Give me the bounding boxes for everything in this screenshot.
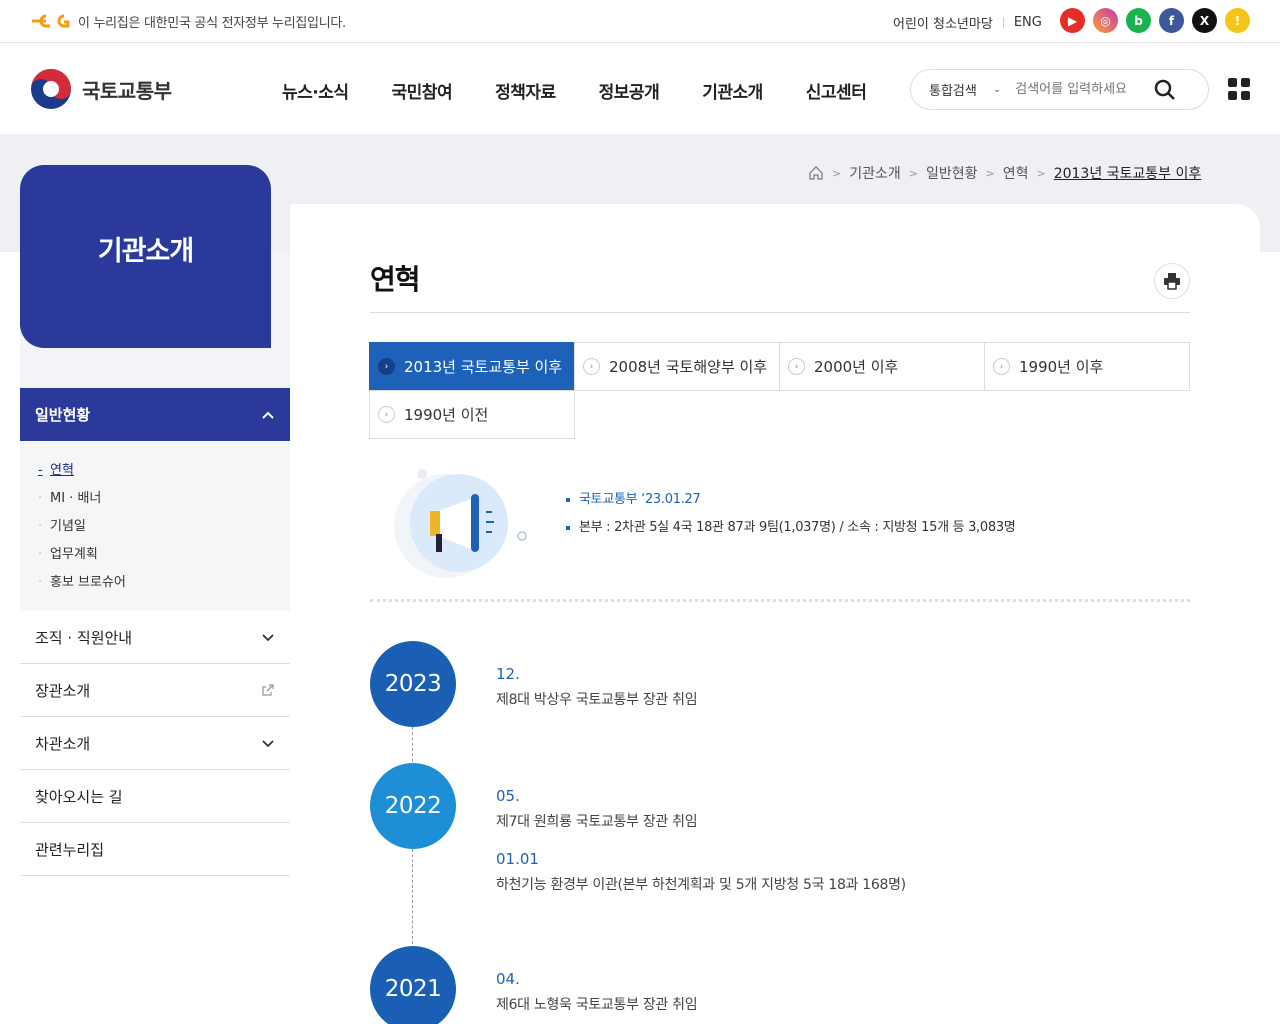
all-menu-icon[interactable] <box>1228 78 1250 100</box>
sidebar-subitem-anniversary[interactable]: · 기념일 <box>38 513 290 541</box>
gnb-participation[interactable]: 국민참여 <box>392 78 453 103</box>
tab-2013[interactable]: › 2013년 국토교통부 이후 <box>369 342 575 391</box>
gov-banner: 이 누리집은 대한민국 공식 전자정부 누리집입니다. 어린이 청소년마당 EN… <box>0 0 1280 43</box>
sidebar-item-org[interactable]: 조직 · 직원안내 <box>20 611 290 664</box>
external-link-icon <box>262 684 274 696</box>
instagram-icon[interactable]: ◎ <box>1093 8 1118 33</box>
year-badge-2023: 2023 <box>370 641 456 727</box>
gnb-news[interactable]: 뉴스·소식 <box>282 78 349 103</box>
tab-2000[interactable]: › 2000년 이후 <box>779 342 985 391</box>
gnb-report[interactable]: 신고센터 <box>806 78 867 103</box>
breadcrumb-current[interactable]: 2013년 국토교통부 이후 <box>1054 163 1202 183</box>
chevron-up-icon <box>262 411 274 419</box>
timeline-connector <box>412 727 413 767</box>
sidebar-submenu: - 연혁 · MI · 배너 · 기념일 · 업무계획 · 홍보 브로슈어 <box>20 441 290 611</box>
sidebar-title-box: 기관소개 <box>20 165 271 348</box>
x-icon[interactable]: X <box>1192 8 1217 33</box>
megaphone-icon <box>394 469 527 578</box>
chevron-down-icon <box>262 634 274 642</box>
kakao-icon[interactable]: ! <box>1225 8 1250 33</box>
sidebar-item-minister[interactable]: 장관소개 <box>20 664 290 717</box>
sidebar-subitem-brochure[interactable]: · 홍보 브로슈어 <box>38 569 290 597</box>
year-badge-2021: 2021 <box>370 946 456 1024</box>
chevron-right-icon: > <box>985 166 995 180</box>
chevron-right-icon: > <box>1036 166 1046 180</box>
search-bar: 통합검색 ⌄ <box>910 69 1209 110</box>
gnb-about[interactable]: 기관소개 <box>702 78 763 103</box>
breadcrumb: > 기관소개 > 일반현황 > 연혁 > 2013년 국토교통부 이후 <box>808 163 1201 183</box>
breadcrumb-general[interactable]: 일반현황 <box>926 163 978 183</box>
chevron-right-icon: › <box>378 406 395 423</box>
event-text: 제8대 박상우 국토교통부 장관 취임 <box>496 692 698 708</box>
sidebar-item-related-sites[interactable]: 관련누리집 <box>20 823 290 876</box>
sidebar-item-directions[interactable]: 찾아오시는 길 <box>20 770 290 823</box>
content-panel <box>290 204 1260 1024</box>
eng-link[interactable]: ENG <box>1014 15 1042 30</box>
divider <box>370 599 1190 602</box>
breadcrumb-history[interactable]: 연혁 <box>1003 163 1029 183</box>
divider <box>1002 17 1004 28</box>
event-text: 제7대 원희룡 국토교통부 장관 취임 <box>496 814 698 830</box>
gnb-info[interactable]: 정보공개 <box>599 78 660 103</box>
sidebar-subitem-history[interactable]: - 연혁 <box>38 457 290 485</box>
sidebar-item-vice-minister[interactable]: 차관소개 <box>20 717 290 770</box>
search-input[interactable] <box>1015 82 1146 97</box>
blog-icon[interactable]: b <box>1126 8 1151 33</box>
sidebar-title: 기관소개 <box>97 236 194 267</box>
facebook-icon[interactable]: f <box>1159 8 1184 33</box>
chevron-right-icon: > <box>908 166 918 180</box>
event-date: 04. <box>496 970 520 988</box>
gnb-policy[interactable]: 정책자료 <box>495 78 556 103</box>
ministry-emblem-icon <box>31 69 71 109</box>
tab-1990-after[interactable]: › 1990년 이후 <box>984 342 1190 391</box>
breadcrumb-about[interactable]: 기관소개 <box>849 163 901 183</box>
summary-list: 국토교통부 ‘23.01.27 본부 : 2차관 5실 4국 18관 87과 9… <box>566 486 1016 542</box>
kids-link[interactable]: 어린이 청소년마당 <box>893 13 993 32</box>
sidebar-subitem-plan[interactable]: · 업무계획 <box>38 541 290 569</box>
event-date: 12. <box>496 665 520 683</box>
event-date: 05. <box>496 787 520 805</box>
sidebar-nav: 일반현황 - 연혁 · MI · 배너 · 기념일 · 업무계획 · 홍보 브로슈어 조직… <box>20 388 290 876</box>
tab-2008[interactable]: › 2008년 국토해양부 이후 <box>574 342 780 391</box>
timeline-connector <box>412 849 413 949</box>
sidebar-subitem-mi[interactable]: · MI · 배너 <box>38 485 290 513</box>
event-text: 하천기능 환경부 이관(본부 하천계획과 및 5개 지방청 5국 18과 168… <box>496 877 906 893</box>
youtube-icon[interactable]: ▶ <box>1060 8 1085 33</box>
sidebar-group-label: 일반현황 <box>35 406 91 424</box>
egov-logo <box>32 14 70 28</box>
page-title: 연혁 <box>370 263 421 296</box>
summary-staff: 본부 : 2차관 5실 4국 18관 87과 9팀(1,037명) / 소속 :… <box>566 514 1016 542</box>
print-button[interactable] <box>1154 263 1190 299</box>
year-badge-2022: 2022 <box>370 763 456 849</box>
chevron-right-icon: › <box>583 358 600 375</box>
search-icon[interactable] <box>1153 78 1177 102</box>
chevron-right-icon: > <box>832 166 842 180</box>
summary-date: 국토교통부 ‘23.01.27 <box>566 486 1015 514</box>
chevron-right-icon: › <box>378 358 395 375</box>
event-text: 제6대 노형욱 국토교통부 장관 취임 <box>496 997 698 1013</box>
global-nav: 뉴스·소식 국민참여 정책자료 정보공개 기관소개 신고센터 <box>282 78 909 103</box>
home-icon[interactable] <box>808 165 824 181</box>
chevron-down-icon[interactable]: ⌄ <box>993 84 1001 95</box>
site-header: 국토교통부 뉴스·소식 국민참여 정책자료 정보공개 기관소개 신고센터 통합검… <box>0 43 1280 134</box>
chevron-down-icon <box>262 740 274 748</box>
divider <box>370 312 1190 313</box>
event-date: 01.01 <box>496 850 539 868</box>
gov-notice-text: 이 누리집은 대한민국 공식 전자정부 누리집입니다. <box>78 16 346 31</box>
tab-1990-before[interactable]: › 1990년 이전 <box>369 390 575 439</box>
printer-icon <box>1164 273 1180 290</box>
chevron-right-icon: › <box>788 358 805 375</box>
site-logo[interactable]: 국토교통부 <box>30 68 172 110</box>
site-logo-text: 국토교통부 <box>82 78 172 103</box>
chevron-right-icon: › <box>993 358 1010 375</box>
search-scope-select[interactable]: 통합검색 <box>929 80 977 99</box>
sidebar-group-general[interactable]: 일반현황 <box>20 388 290 441</box>
